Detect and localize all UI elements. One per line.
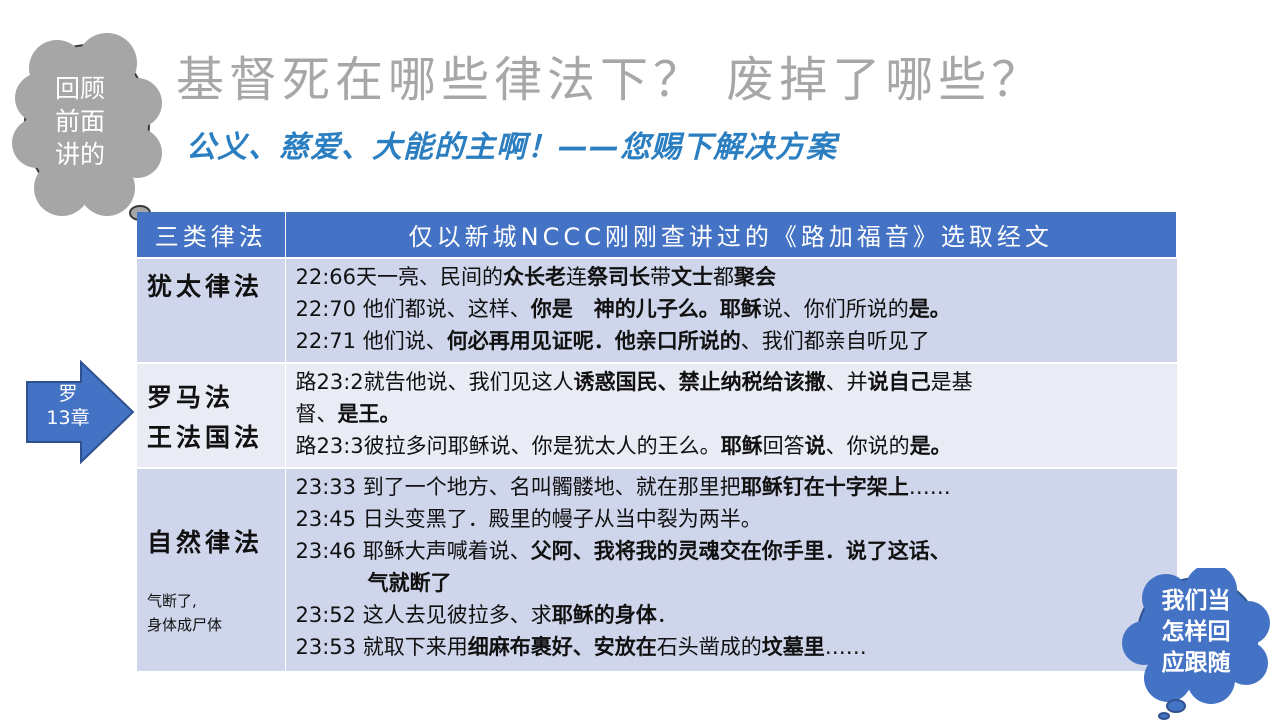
- verse-text: ……: [908, 475, 951, 499]
- verse-emphasis: 父阿、我将我的灵魂交在你手里．说了这话、: [530, 539, 951, 563]
- verse-emphasis: 耶稣: [720, 434, 763, 458]
- recap-line-2: 前面: [54, 107, 105, 136]
- law-category-cell: 自然律法气断了, 身体成尸体: [137, 467, 286, 671]
- verse-line: 路23:2就告他说、我们见这人诱惑国民、禁止纳税给该撒、并说自己是基: [296, 366, 1171, 398]
- verse-line: 22:71 他们说、何必再用见证呢．他亲口所说的、我们都亲自听见了: [296, 325, 1171, 357]
- verse-text: 、你说的: [825, 434, 910, 458]
- verse-emphasis: 坟墓里: [761, 635, 825, 659]
- verse-line: 22:70 他们都说、这样、你是 神的儿子么。耶稣说、你们所说的是。: [296, 293, 1171, 325]
- arrow-label: 罗 13章: [38, 382, 98, 430]
- verse-emphasis: 聚会: [734, 265, 777, 289]
- verse-emphasis: 诱惑国民、禁止纳税给该撒: [573, 370, 826, 394]
- table-row: 自然律法气断了, 身体成尸体 23:33 到了一个地方、名叫髑髅地、就在那里把耶稣钉…: [137, 467, 1177, 671]
- verse-line: 22:66天一亮、民间的众长老连祭司长带文士都聚会: [296, 261, 1171, 293]
- scripture-cell: 路23:2就告他说、我们见这人诱惑国民、禁止纳税给该撒、并说自己是基 督、是王。路…: [285, 362, 1177, 468]
- table-row: 罗马法 王法国法 路23:2就告他说、我们见这人诱惑国民、禁止纳税给该撒、并说自己是…: [137, 362, 1177, 468]
- verse-text: 23:46 耶稣大声喊着说、: [295, 539, 531, 563]
- verse-emphasis: 文士: [671, 265, 714, 289]
- verse-emphasis: 细麻布裹好、安放在: [467, 635, 657, 659]
- verse-line: 气就断了: [296, 567, 1171, 599]
- header-law-category: 三类律法: [137, 212, 286, 258]
- verse-emphasis: 说自己: [867, 370, 931, 394]
- arrow-line-1: 罗: [58, 383, 78, 405]
- verse-text: 22:71 他们说、: [295, 329, 447, 353]
- law-category-cell: 犹太律法: [137, 257, 286, 363]
- verse-text: 23:53 就取下来用: [295, 635, 468, 659]
- verse-text: 22:70 他们都说、这样、: [295, 297, 531, 321]
- verse-text: 23:45 日头变黑了．殿里的幔子从当中裂为两半。: [295, 507, 762, 531]
- verse-text: 23:52 这人去见彼拉多、求: [295, 603, 552, 627]
- verse-text: 22:66天一亮、民间的: [295, 265, 504, 289]
- verse-text: 路23:2就告他说、我们见这人: [295, 370, 574, 394]
- table-body: 犹太律法 22:66天一亮、民间的众长老连祭司长带文士都聚会 22:70 他们都说、…: [137, 257, 1177, 671]
- law-category-line: 犹太律法: [147, 272, 264, 301]
- verse-line: 23:53 就取下来用细麻布裹好、安放在石头凿成的坟墓里……: [296, 631, 1171, 663]
- scripture-cell: 22:66天一亮、民间的众长老连祭司长带文士都聚会 22:70 他们都说、这样、你…: [285, 257, 1177, 363]
- law-category-line: 罗马法: [147, 383, 235, 412]
- recap-line-1: 回顾: [54, 74, 105, 103]
- verse-emphasis: 众长老: [503, 265, 567, 289]
- law-category-line: 自然律法: [147, 528, 264, 557]
- response-line-2: 怎样回: [1161, 619, 1231, 645]
- verse-emphasis: 气就断了: [367, 571, 452, 595]
- verse-text: 、并: [825, 370, 868, 394]
- law-category-cell: 罗马法 王法国法: [137, 362, 286, 468]
- verse-line: 23:46 耶稣大声喊着说、父阿、我将我的灵魂交在你手里．说了这话、: [296, 535, 1171, 567]
- response-cloud-label: 我们当 怎样回 应跟随: [1144, 586, 1248, 679]
- verse-line: 督、是王。: [296, 398, 1171, 430]
- table-row: 犹太律法 22:66天一亮、民间的众长老连祭司长带文士都聚会 22:70 他们都说、…: [137, 257, 1177, 363]
- verse-text: 连: [566, 265, 588, 289]
- verse-text: 、我们都亲自听见了: [740, 329, 930, 353]
- verse-text: ．: [656, 603, 678, 627]
- verse-text: 23:33 到了一个地方、名叫髑髅地、就在那里把: [295, 475, 741, 499]
- recap-line-3: 讲的: [54, 140, 105, 169]
- verse-emphasis: 祭司长: [587, 265, 651, 289]
- category-note-line: 气断了,: [147, 592, 197, 610]
- verse-text: 说、你们所说的: [761, 297, 909, 321]
- verse-emphasis: 是。: [909, 434, 952, 458]
- verse-text: 都: [713, 265, 735, 289]
- verse-line: 23:45 日头变黑了．殿里的幔子从当中裂为两半。: [296, 503, 1171, 535]
- verse-emphasis: 你是 神的儿子么。耶稣: [530, 297, 762, 321]
- verse-text: ……: [824, 635, 867, 659]
- law-category-line: 王法国法: [147, 423, 264, 452]
- verse-line: 路23:3彼拉多问耶稣说、你是犹太人的王么。耶稣回答说、你说的是。: [296, 430, 1171, 462]
- verse-emphasis: 何必再用见证呢．他亲口所说的: [446, 329, 741, 353]
- verse-text: 督、: [295, 402, 338, 426]
- verse-text: 石头凿成的: [656, 635, 762, 659]
- response-line-3: 应跟随: [1161, 650, 1231, 676]
- verse-text: 是基: [930, 370, 973, 394]
- recap-cloud-label: 回顾 前面 讲的: [30, 72, 130, 171]
- verse-emphasis: 是。: [908, 297, 951, 321]
- arrow-line-2: 13章: [46, 407, 90, 429]
- verse-emphasis: 耶稣钉在十字架上: [740, 475, 909, 499]
- header-scripture: 仅以新城NCCC刚刚查讲过的《路加福音》选取经文: [285, 212, 1177, 258]
- verse-text: 回答: [762, 434, 805, 458]
- verse-emphasis: 是王。: [337, 402, 401, 426]
- category-note: 气断了, 身体成尸体: [147, 589, 285, 637]
- category-note-line: 身体成尸体: [147, 616, 223, 634]
- table-header-row: 三类律法 仅以新城NCCC刚刚查讲过的《路加福音》选取经文: [137, 212, 1177, 258]
- verse-text: 带: [650, 265, 672, 289]
- response-line-1: 我们当: [1161, 588, 1231, 614]
- law-table: 三类律法 仅以新城NCCC刚刚查讲过的《路加福音》选取经文 犹太律法 22:66天…: [137, 212, 1177, 671]
- verse-emphasis: 耶稣的身体: [551, 603, 657, 627]
- scripture-cell: 23:33 到了一个地方、名叫髑髅地、就在那里把耶稣钉在十字架上…… 23:45 …: [285, 467, 1177, 671]
- page-subtitle: 公义、慈爱、大能的主啊！——您赐下解决方案: [186, 130, 837, 165]
- verse-line: 23:33 到了一个地方、名叫髑髅地、就在那里把耶稣钉在十字架上……: [296, 471, 1171, 503]
- page-title: 基督死在哪些律法下？ 废掉了哪些？: [176, 52, 1045, 108]
- verse-text: 路23:3彼拉多问耶稣说、你是犹太人的王么。: [295, 434, 721, 458]
- verse-emphasis: 说: [804, 434, 826, 458]
- verse-line: 23:52 这人去见彼拉多、求耶稣的身体．: [296, 599, 1171, 631]
